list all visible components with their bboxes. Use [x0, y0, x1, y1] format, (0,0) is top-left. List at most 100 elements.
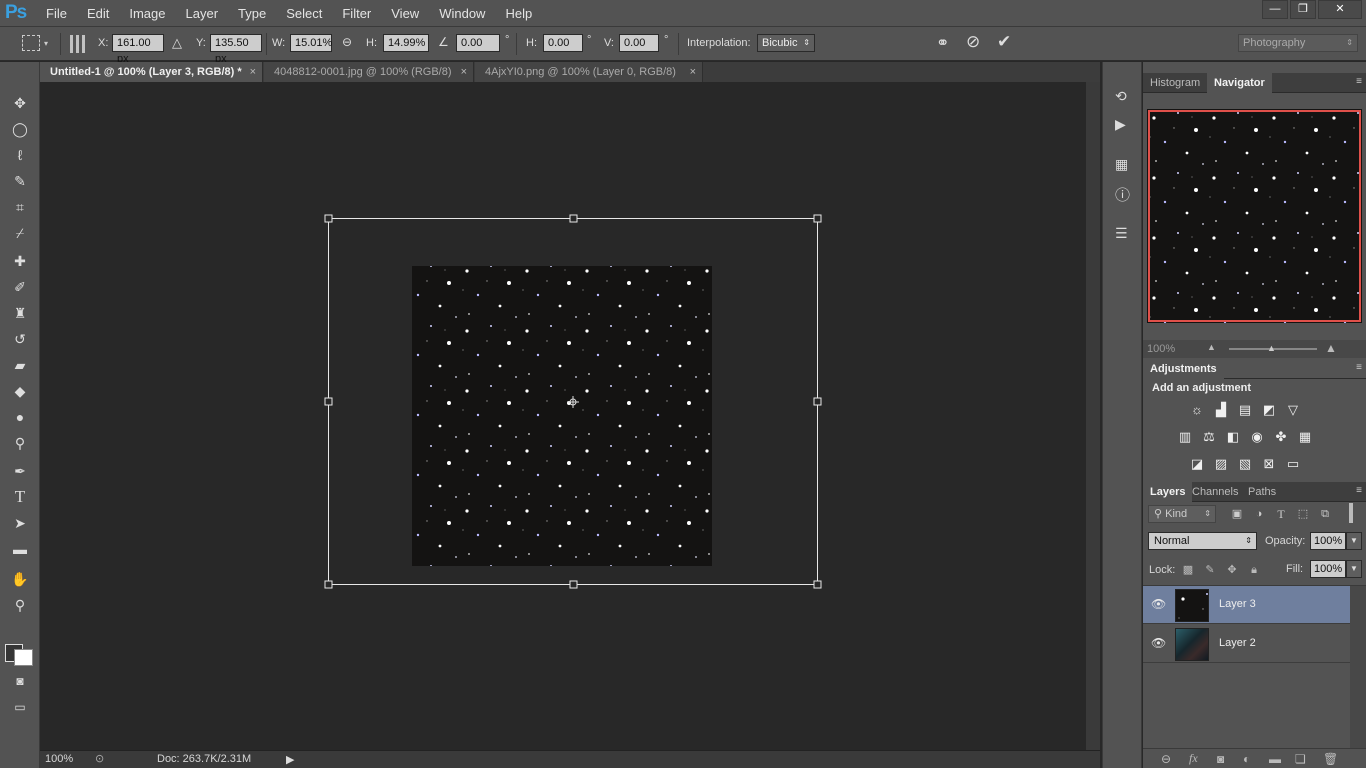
hskew-input[interactable]: 0.00 [543, 34, 583, 52]
x-input[interactable]: 161.00 px [112, 34, 164, 65]
properties-panel-icon[interactable]: ▦ [1115, 156, 1128, 173]
reference-point-icon[interactable] [70, 35, 88, 53]
history-panel-icon[interactable]: ⟲ [1115, 88, 1127, 105]
screen-mode-icon[interactable]: ▭ [8, 696, 32, 718]
pen-icon[interactable]: ✒ [8, 460, 32, 482]
fill-dropdown-icon[interactable]: ▼ [1346, 560, 1362, 578]
paint-bucket-icon[interactable]: ◆ [8, 380, 32, 402]
blend-mode-select[interactable]: Normal ⇕ [1148, 532, 1257, 550]
visibility-eye-icon[interactable]: 👁︎ [1151, 597, 1166, 611]
fill-input[interactable]: 100% [1310, 560, 1346, 578]
cancel-transform-icon[interactable]: ⊘ [966, 32, 980, 52]
delete-layer-icon[interactable]: 🗑︎ [1323, 752, 1338, 766]
photo-filter-icon[interactable]: ◉ [1249, 430, 1265, 444]
path-selection-icon[interactable]: ➤ [8, 512, 32, 534]
close-window-button[interactable]: ✕ [1318, 0, 1362, 19]
new-layer-icon[interactable]: ❏ [1295, 752, 1306, 766]
restore-button[interactable]: ❐ [1290, 0, 1316, 19]
menu-edit[interactable]: Edit [77, 6, 119, 21]
menu-window[interactable]: Window [429, 6, 495, 21]
transform-handle[interactable] [813, 580, 822, 589]
workspace-select[interactable]: Photography ⇕ [1238, 34, 1358, 52]
commit-transform-icon[interactable]: ✔ [997, 32, 1011, 52]
tab-channels[interactable]: Channels [1185, 482, 1245, 502]
menu-layer[interactable]: Layer [176, 6, 229, 21]
relative-position-icon[interactable]: △ [172, 35, 182, 51]
color-balance-icon[interactable]: ⚖ [1201, 430, 1217, 444]
elliptical-marquee-icon[interactable]: ◯ [8, 118, 32, 140]
actions-panel-icon[interactable]: ▶ [1115, 116, 1126, 133]
panel-menu-icon[interactable]: ≡ [1356, 76, 1362, 87]
brightness-contrast-icon[interactable]: ☼ [1189, 403, 1205, 417]
lock-all-icon[interactable]: 🔒︎ [1246, 563, 1262, 577]
lock-position-icon[interactable]: ✥ [1224, 563, 1240, 577]
quick-selection-icon[interactable]: ✎ [8, 170, 32, 192]
status-info-icon[interactable]: ⊙ [95, 752, 104, 765]
menu-help[interactable]: Help [495, 6, 542, 21]
vskew-input[interactable]: 0.00 [619, 34, 659, 52]
levels-icon[interactable]: ▟ [1213, 403, 1229, 417]
opacity-dropdown-icon[interactable]: ▼ [1346, 532, 1362, 550]
layer-name[interactable]: Layer 2 [1219, 637, 1256, 649]
eyedropper-icon[interactable]: ⌿ [8, 222, 32, 244]
background-color-swatch[interactable] [14, 649, 33, 666]
doc-tab-png[interactable]: 4AjxYI0.png @ 100% (Layer 0, RGB/8) × [475, 62, 703, 82]
lock-transparent-icon[interactable]: ▩ [1180, 563, 1196, 577]
blur-icon[interactable]: ● [8, 406, 32, 428]
posterize-icon[interactable]: ▨ [1213, 457, 1229, 471]
transform-handle[interactable] [324, 580, 333, 589]
exposure-icon[interactable]: ◩ [1261, 403, 1277, 417]
tab-histogram[interactable]: Histogram [1143, 73, 1207, 93]
curves-icon[interactable]: ▤ [1237, 403, 1253, 417]
dodge-icon[interactable]: ⚲ [8, 432, 32, 454]
gradient-map-icon[interactable]: ▭ [1285, 457, 1301, 471]
transform-handle[interactable] [324, 397, 333, 406]
layer-image-starfield[interactable] [412, 266, 712, 566]
menu-image[interactable]: Image [119, 6, 175, 21]
link-layers-icon[interactable]: ⊖ [1161, 752, 1171, 766]
layer-name[interactable]: Layer 3 [1219, 598, 1256, 610]
panel-menu-icon[interactable]: ≡ [1356, 485, 1362, 496]
transform-handle[interactable] [324, 214, 333, 223]
transform-tool-icon[interactable] [22, 35, 40, 51]
close-tab-icon[interactable]: × [250, 62, 256, 82]
doc-tab-jpg[interactable]: 4048812-0001.jpg @ 100% (RGB/8) × [264, 62, 474, 82]
new-adjustment-icon[interactable]: ◐ [1243, 752, 1250, 766]
interpolation-select[interactable]: Bicubic ⇕ [757, 34, 815, 52]
close-tab-icon[interactable]: × [461, 62, 467, 82]
transform-handle[interactable] [569, 214, 578, 223]
quick-mask-icon[interactable]: ◙ [8, 670, 32, 692]
warp-icon[interactable]: ⚭ [936, 33, 949, 53]
filter-shape-icon[interactable]: ⬚ [1295, 507, 1311, 521]
filter-pixel-icon[interactable]: ▣ [1229, 507, 1245, 521]
clone-stamp-icon[interactable]: ♜ [8, 302, 32, 324]
visibility-eye-icon[interactable]: 👁︎ [1151, 636, 1166, 650]
add-mask-icon[interactable]: ◙ [1217, 752, 1224, 766]
healing-brush-icon[interactable]: ✚ [8, 250, 32, 272]
layers-scrollbar[interactable] [1350, 586, 1366, 748]
brush-icon[interactable]: ✐ [8, 276, 32, 298]
tab-navigator[interactable]: Navigator [1207, 73, 1272, 93]
black-white-icon[interactable]: ◧ [1225, 430, 1241, 444]
invert-icon[interactable]: ◪ [1189, 457, 1205, 471]
filter-smart-object-icon[interactable]: ⧉ [1317, 507, 1333, 521]
type-tool-icon[interactable]: T [8, 486, 32, 508]
filter-toggle-icon[interactable] [1349, 503, 1359, 523]
tool-preset-chevron-icon[interactable]: ▾ [44, 39, 48, 48]
color-lookup-icon[interactable]: ▦ [1297, 430, 1313, 444]
rectangle-icon[interactable]: ▬ [8, 538, 32, 560]
zoom-icon[interactable]: ⚲ [8, 594, 32, 616]
layer-row-layer-2[interactable]: 👁︎ Layer 2 [1143, 625, 1350, 663]
lasso-icon[interactable]: ℓ [8, 144, 32, 166]
tool-presets-icon[interactable]: ☰ [1115, 225, 1128, 242]
navigator-zoom-value[interactable]: 100% [1147, 343, 1175, 355]
filter-type-icon[interactable]: T [1273, 507, 1289, 521]
layer-kind-filter[interactable]: ⚲ Kind ⇕ [1148, 505, 1216, 523]
tab-paths[interactable]: Paths [1241, 482, 1283, 502]
menu-file[interactable]: File [36, 6, 77, 21]
angle-input[interactable]: 0.00 [456, 34, 500, 52]
status-menu-arrow-icon[interactable]: ▶ [286, 753, 294, 766]
eraser-icon[interactable]: ▰ [8, 354, 32, 376]
canvas-area[interactable] [40, 82, 1086, 750]
minimize-button[interactable]: — [1262, 0, 1288, 19]
